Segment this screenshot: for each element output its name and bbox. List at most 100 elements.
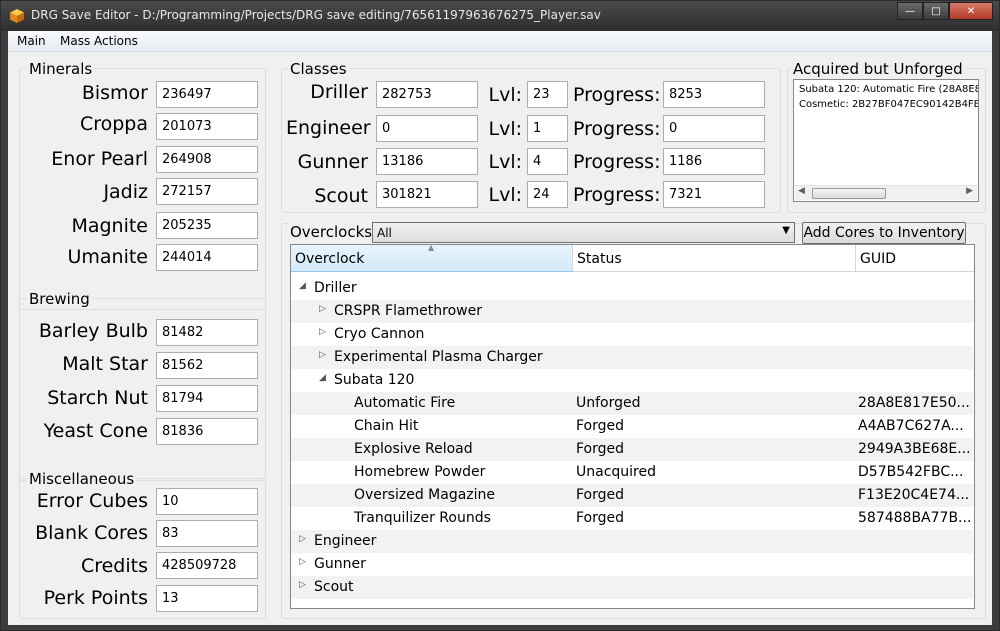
tree-row-scout[interactable]: ▷ Scout <box>291 576 973 599</box>
class-label-engineer: Engineer <box>286 117 371 139</box>
close-button[interactable]: ✕ <box>949 2 993 20</box>
tree-row-gunner[interactable]: ▷ Gunner <box>291 553 973 576</box>
chevron-down-icon: ▼ <box>782 225 790 236</box>
tree-row-homebrew-powder[interactable]: Homebrew Powder Unacquired D57B542FBC... <box>291 461 973 484</box>
mineral-field-croppa[interactable]: 201073 <box>156 113 258 140</box>
overclock-name: Explosive Reload <box>354 441 473 457</box>
menu-mass-actions[interactable]: Mass Actions <box>60 34 138 48</box>
scroll-right-icon[interactable]: ▶ <box>966 186 973 196</box>
brewing-field-barley-bulb[interactable]: 81482 <box>156 319 258 346</box>
tree-node-label: Cryo Cannon <box>334 326 425 342</box>
class-progress-driller[interactable]: 8253 <box>663 81 765 108</box>
unforged-list-item[interactable]: Subata 120: Automatic Fire (28A8E8 <box>799 84 978 95</box>
tree-row-experimental-plasma-charger[interactable]: ▷ Experimental Plasma Charger <box>291 346 973 369</box>
minerals-title: Minerals <box>27 60 95 78</box>
expanded-arrow-icon[interactable]: ◢ <box>319 373 326 383</box>
tree-row-engineer[interactable]: ▷ Engineer <box>291 530 973 553</box>
sort-ascending-icon: ▲ <box>428 244 435 252</box>
unforged-list-item[interactable]: Cosmetic: 2B27BF047EC90142B4FB2 <box>799 99 978 110</box>
window-title: DRG Save Editor - D:/Programming/Project… <box>31 8 601 22</box>
tree-row-tranquilizer-rounds[interactable]: Tranquilizer Rounds Forged 587488BA77B..… <box>291 507 973 530</box>
mineral-field-umanite[interactable]: 244014 <box>156 244 258 271</box>
tree-node-label: Subata 120 <box>334 372 415 388</box>
overclock-status: Forged <box>576 487 625 503</box>
misc-label-blank-cores: Blank Cores <box>35 522 148 544</box>
menu-bar: Main Mass Actions <box>8 31 992 52</box>
lvl-label-driller: Lvl: <box>488 84 522 106</box>
misc-field-perk-points[interactable]: 13 <box>156 585 258 612</box>
class-label-gunner: Gunner <box>297 151 368 173</box>
misc-label-credits: Credits <box>80 555 148 577</box>
collapsed-arrow-icon[interactable]: ▷ <box>319 350 326 360</box>
column-header-guid[interactable]: GUID <box>856 245 974 272</box>
column-header-status[interactable]: Status <box>573 245 856 272</box>
class-xp-scout[interactable]: 301821 <box>376 181 478 208</box>
class-progress-scout[interactable]: 7321 <box>663 181 765 208</box>
collapsed-arrow-icon[interactable]: ▷ <box>299 534 306 544</box>
menu-main[interactable]: Main <box>17 34 46 48</box>
class-lvl-driller[interactable]: 23 <box>527 81 568 108</box>
brewing-label-malt-star: Malt Star <box>62 353 148 375</box>
tree-row-cryo-cannon[interactable]: ▷ Cryo Cannon <box>291 323 973 346</box>
mineral-field-bismor[interactable]: 236497 <box>156 81 258 108</box>
brewing-field-starch-nut[interactable]: 81794 <box>156 385 258 412</box>
maximize-button[interactable]: □ <box>923 2 949 20</box>
class-lvl-engineer[interactable]: 1 <box>527 115 568 142</box>
overclock-filter-select[interactable]: All ▼ <box>372 222 795 243</box>
collapsed-arrow-icon[interactable]: ▷ <box>319 327 326 337</box>
overclock-name: Oversized Magazine <box>354 487 496 503</box>
progress-label-scout: Progress: <box>573 184 661 206</box>
mineral-field-magnite[interactable]: 205235 <box>156 212 258 239</box>
collapsed-arrow-icon[interactable]: ▷ <box>299 557 306 567</box>
scroll-thumb[interactable] <box>812 188 886 199</box>
tree-row-subata-120[interactable]: ◢ Subata 120 <box>291 369 973 392</box>
class-progress-engineer[interactable]: 0 <box>663 115 765 142</box>
overclocks-label: Overclocks <box>288 223 375 241</box>
class-lvl-scout[interactable]: 24 <box>527 181 568 208</box>
unforged-hscrollbar[interactable]: ◀ ▶ <box>795 185 977 200</box>
collapsed-arrow-icon[interactable]: ▷ <box>299 580 306 590</box>
overclock-name: Tranquilizer Rounds <box>354 510 491 526</box>
unforged-list[interactable]: Subata 120: Automatic Fire (28A8E8 Cosme… <box>793 79 979 202</box>
brewing-label-barley-bulb: Barley Bulb <box>38 320 148 342</box>
class-progress-gunner[interactable]: 1186 <box>663 148 765 175</box>
mineral-field-enor-pearl[interactable]: 264908 <box>156 146 258 173</box>
misc-title: Miscellaneous <box>27 470 137 488</box>
misc-field-credits[interactable]: 428509728 <box>156 552 258 579</box>
tree-row-explosive-reload[interactable]: Explosive Reload Forged 2949A3BE68E... <box>291 438 973 461</box>
overclock-guid: A4AB7C627A... <box>858 418 964 434</box>
overclock-name: Chain Hit <box>354 418 419 434</box>
tree-row-chain-hit[interactable]: Chain Hit Forged A4AB7C627A... <box>291 415 973 438</box>
brewing-label-starch-nut: Starch Nut <box>47 387 148 409</box>
unforged-title: Acquired but Unforged <box>791 60 965 78</box>
class-xp-gunner[interactable]: 13186 <box>376 148 478 175</box>
class-xp-driller[interactable]: 282753 <box>376 81 478 108</box>
class-label-scout: Scout <box>314 185 368 207</box>
tree-node-label: Driller <box>314 280 357 296</box>
brewing-field-yeast-cone[interactable]: 81836 <box>156 418 258 445</box>
mineral-field-jadiz[interactable]: 272157 <box>156 178 258 205</box>
class-label-driller: Driller <box>310 81 368 103</box>
overclock-tree[interactable]: Overclock ▲ Status GUID ◢ Driller ▷ CRSP… <box>290 244 975 609</box>
tree-row-oversized-magazine[interactable]: Oversized Magazine Forged F13E20C4E74... <box>291 484 973 507</box>
misc-field-error-cubes[interactable]: 10 <box>156 488 258 515</box>
misc-field-blank-cores[interactable]: 83 <box>156 520 258 547</box>
overclock-guid: F13E20C4E74... <box>858 487 970 503</box>
expanded-arrow-icon[interactable]: ◢ <box>299 281 306 291</box>
minimize-button[interactable]: — <box>897 2 923 20</box>
tree-node-label: CRSPR Flamethrower <box>334 303 482 319</box>
overclock-filter-value: All <box>377 226 392 240</box>
overclock-status: Forged <box>576 441 625 457</box>
scroll-left-icon[interactable]: ◀ <box>798 186 805 196</box>
tree-row-driller[interactable]: ◢ Driller <box>291 277 973 300</box>
tree-row-automatic-fire[interactable]: Automatic Fire Unforged 28A8E817E50... <box>291 392 973 415</box>
title-bar[interactable]: DRG Save Editor - D:/Programming/Project… <box>1 1 999 31</box>
class-lvl-gunner[interactable]: 4 <box>527 148 568 175</box>
add-cores-button[interactable]: Add Cores to Inventory <box>802 222 966 244</box>
tree-row-crspr-flamethrower[interactable]: ▷ CRSPR Flamethrower <box>291 300 973 323</box>
class-xp-engineer[interactable]: 0 <box>376 115 478 142</box>
progress-label-gunner: Progress: <box>573 151 661 173</box>
brewing-field-malt-star[interactable]: 81562 <box>156 352 258 379</box>
overclock-status: Unacquired <box>576 464 656 480</box>
collapsed-arrow-icon[interactable]: ▷ <box>319 304 326 314</box>
